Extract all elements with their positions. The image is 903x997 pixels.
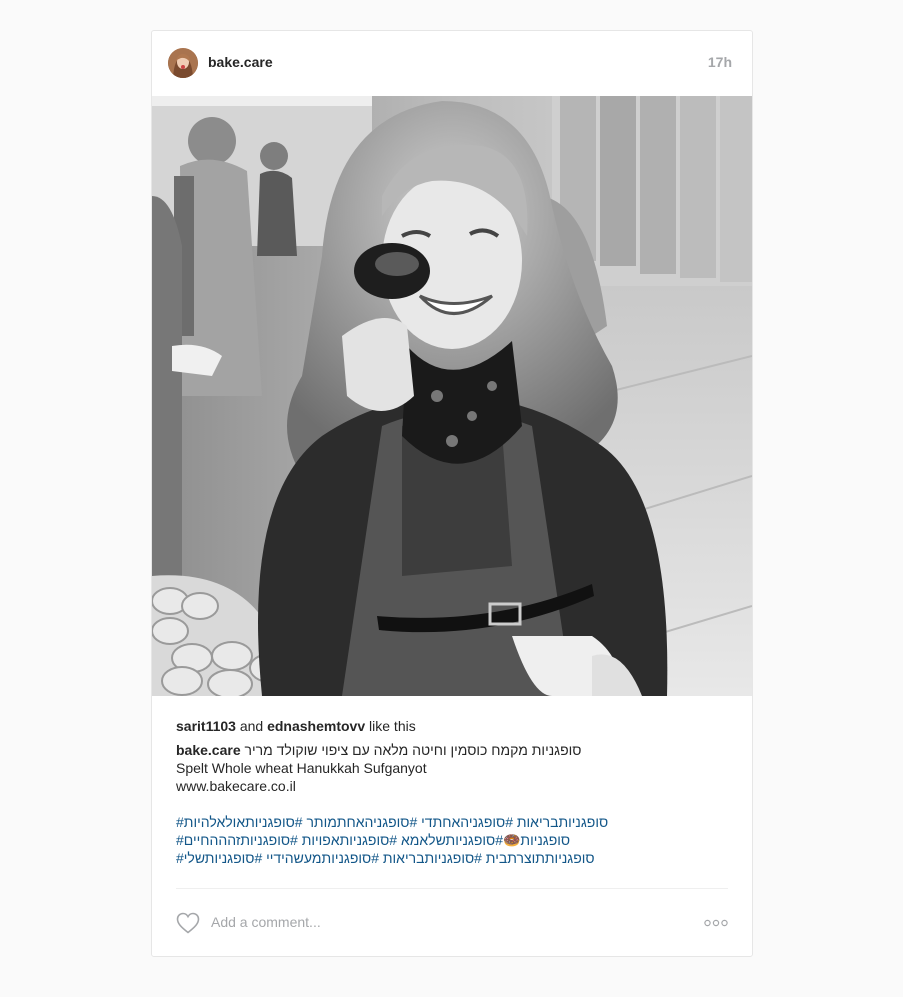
more-options-icon[interactable] (704, 919, 728, 927)
hashtag-line-1[interactable]: #סופגניותבריאות #סופגניהאחתדי #סופגניהאח… (176, 813, 728, 831)
avatar-image (168, 48, 198, 78)
photo-image (152, 96, 752, 696)
liker-username-1[interactable]: sarit1103 (176, 718, 236, 734)
hashtag-line-2[interactable]: #סופגניות🍩#סופגניותשלאמא #סופגניותאפויות… (176, 831, 728, 849)
heart-icon[interactable] (176, 912, 200, 934)
divider (176, 888, 728, 889)
caption-author[interactable]: bake.care (176, 742, 241, 758)
post-username[interactable]: bake.care (208, 54, 273, 70)
hashtag-line-3[interactable]: #סופגניותתוצרתבית #סופגניותבריאות #סופגנ… (176, 849, 728, 867)
post-card: bake.care 17h sarit1103 and ednashemtovv… (151, 30, 753, 957)
caption-line-1: bake.care סופגניות מקמח כוסמין וחיטה מלא… (176, 741, 728, 759)
avatar[interactable] (168, 48, 198, 78)
post-timestamp[interactable]: 17h (708, 54, 732, 70)
caption-line-3: www.bakecare.co.il (176, 778, 296, 794)
likes-and-text: and (235, 718, 268, 734)
post-footer (176, 905, 728, 939)
hashtags: #סופגניותבריאות #סופגניהאחתדי #סופגניהאח… (176, 813, 728, 867)
likes-summary: sarit1103 and ednashemtovv like this (176, 717, 728, 735)
caption-line-2: Spelt Whole wheat Hanukkah Sufganyot (176, 760, 427, 776)
likes-suffix: like this (365, 718, 416, 734)
add-comment-input[interactable] (211, 914, 651, 930)
post-photo[interactable] (152, 96, 752, 696)
caption: bake.care סופגניות מקמח כוסמין וחיטה מלא… (176, 741, 728, 795)
liker-username-2[interactable]: ednashemtovv (267, 718, 365, 734)
caption-hebrew-text: סופגניות מקמח כוסמין וחיטה מלאה עם ציפוי… (240, 742, 582, 758)
post-body: sarit1103 and ednashemtovv like this bak… (176, 717, 728, 867)
post-header: bake.care 17h (152, 31, 752, 95)
